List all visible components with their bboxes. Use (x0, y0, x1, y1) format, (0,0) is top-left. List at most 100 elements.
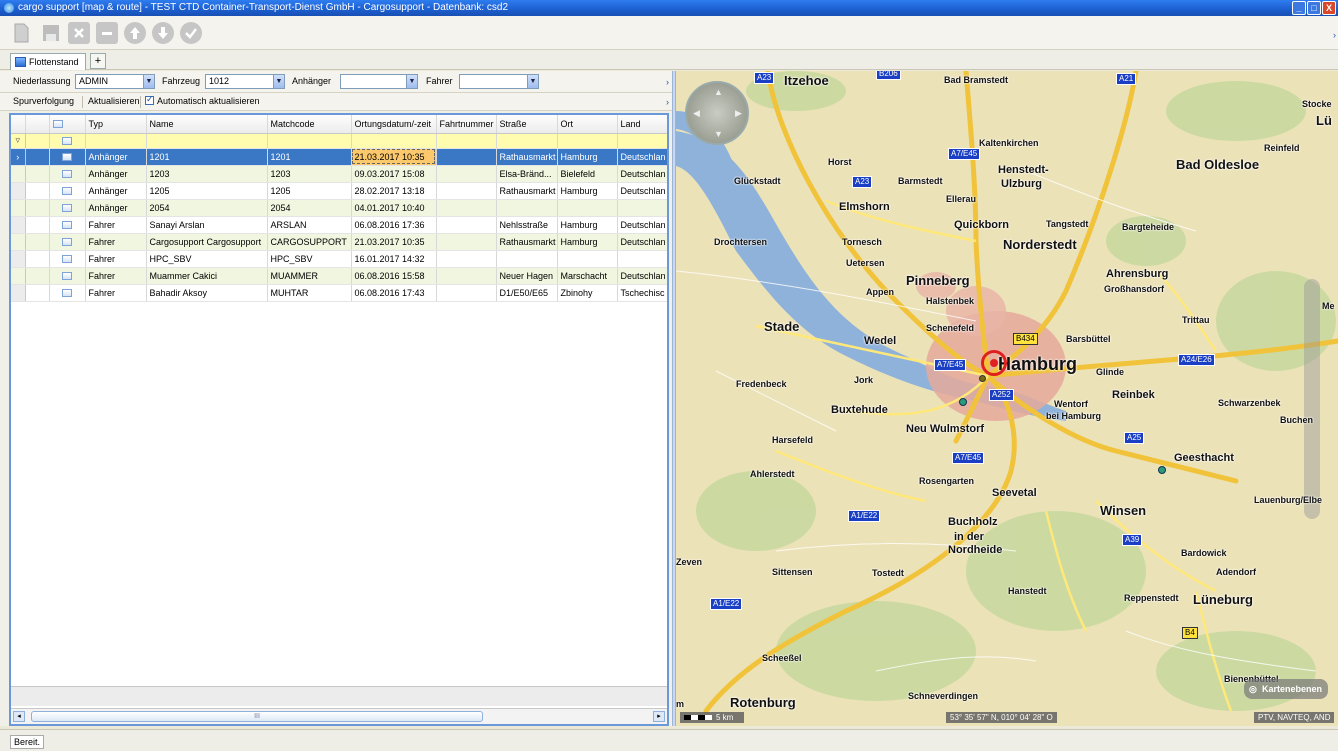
filter-overflow-icon[interactable]: › (666, 77, 669, 87)
pan-left-icon[interactable]: ◀ (693, 108, 700, 119)
auto-aktualisieren-checkbox[interactable] (145, 94, 154, 105)
chevron-down-icon[interactable]: ▼ (406, 75, 417, 88)
filter-cell[interactable] (351, 133, 437, 149)
vehicle-marker-icon[interactable] (1158, 466, 1166, 474)
action-overflow-icon[interactable]: › (666, 97, 669, 107)
fahrzeug-select[interactable]: 1012 ▼ (205, 74, 285, 89)
save-icon[interactable] (40, 22, 62, 44)
cell-strasse: Rathausmarkt (496, 148, 558, 166)
table-row[interactable]: Fahrer Sanayi Arslan ARSLAN 06.08.2016 17:3… (11, 216, 667, 234)
toolbar-overflow-icon[interactable]: › (1333, 30, 1336, 40)
filter-cell[interactable] (25, 133, 50, 149)
table-row[interactable]: Anhänger 1203 1203 09.03.2017 15:08 Elsa-Brä… (11, 165, 667, 183)
col-ort[interactable]: Ort (557, 115, 618, 134)
spurverfolgung-button[interactable]: Spurverfolgung (13, 96, 74, 106)
cell-matchcode: 2054 (267, 199, 352, 217)
chevron-down-icon[interactable]: ▼ (527, 75, 538, 88)
minimize-button[interactable]: _ (1292, 1, 1306, 15)
filter-cell[interactable] (146, 133, 268, 149)
vehicle-marker-icon[interactable] (990, 359, 998, 367)
row-checkbox-icon[interactable] (62, 238, 72, 247)
map-city-label: Winsen (1100, 503, 1147, 518)
close-button[interactable]: X (1322, 1, 1336, 15)
map-city-label: Nordheide (948, 544, 1003, 556)
spacer-cell (25, 216, 50, 234)
cell-ortungsdatum: 28.02.2017 13:18 (351, 182, 437, 200)
col-ortungsdatum[interactable]: Ortungsdatum/-zeit (351, 115, 437, 134)
tab-flottenstand[interactable]: Flottenstand (10, 53, 86, 70)
delete-icon[interactable] (68, 22, 90, 44)
row-indicator (11, 165, 26, 183)
row-checkbox-icon[interactable] (62, 170, 72, 179)
cell-name: 2054 (146, 199, 268, 217)
scrollbar-thumb[interactable]: III (31, 711, 483, 722)
chevron-down-icon[interactable]: ▼ (143, 75, 154, 88)
aktualisieren-button[interactable]: Aktualisieren (88, 96, 140, 106)
col-matchcode[interactable]: Matchcode (267, 115, 352, 134)
filter-cell[interactable] (49, 133, 86, 149)
col-land[interactable]: Land (617, 115, 667, 134)
cell-strasse: D1/E50/E65 (496, 284, 558, 302)
col-strasse[interactable]: Straße (496, 115, 558, 134)
filter-cell[interactable] (85, 133, 147, 149)
auto-aktualisieren-toggle[interactable]: Automatisch aktualisieren (145, 94, 260, 106)
table-row[interactable]: Fahrer HPC_SBV HPC_SBV 16.01.2017 14:32 (11, 250, 667, 268)
table-row[interactable]: › Anhänger 1201 1201 21.03.2017 10:35 Rathaus… (11, 148, 667, 166)
map-copyright: PTV, NAVTEQ, AND (1254, 712, 1335, 723)
kartenebenen-button[interactable]: ◎ Kartenebenen (1244, 679, 1328, 699)
row-checkbox-icon[interactable] (62, 221, 72, 230)
remove-icon[interactable] (96, 22, 118, 44)
zoom-slider[interactable] (1304, 279, 1320, 519)
cell-land: Deutschlan (617, 233, 667, 251)
filter-cell[interactable] (557, 133, 618, 149)
chevron-down-icon[interactable]: ▼ (273, 75, 284, 88)
table-row[interactable]: Anhänger 1205 1205 28.02.2017 13:18 Rathausm… (11, 182, 667, 200)
pan-down-icon[interactable]: ▼ (714, 129, 723, 139)
maximize-button[interactable]: □ (1307, 1, 1321, 15)
vehicle-marker-icon[interactable] (979, 375, 986, 382)
scroll-right-icon[interactable]: ▸ (653, 711, 665, 722)
map-pan-control[interactable]: ▲ ▼ ◀ ▶ (685, 81, 749, 145)
map-view[interactable]: ▲ ▼ ◀ ▶ Itzehoe Bad Bramstedt Kaltenkirche… (676, 71, 1338, 726)
spacer-cell (25, 199, 50, 217)
scroll-left-icon[interactable]: ◂ (13, 711, 25, 722)
filter-cell[interactable] (496, 133, 558, 149)
row-checkbox-icon[interactable] (62, 204, 72, 213)
map-city-label: Bardowick (1181, 548, 1227, 558)
map-city-label: Bad Bramstedt (944, 75, 1009, 85)
table-row[interactable]: Anhänger 2054 2054 04.01.2017 10:40 (11, 199, 667, 217)
niederlassung-select[interactable]: ADMIN ▼ (75, 74, 155, 89)
row-select-cell (49, 250, 86, 268)
new-icon[interactable] (10, 22, 32, 44)
row-checkbox-icon[interactable] (62, 255, 72, 264)
map-city-label: Schenefeld (926, 323, 975, 333)
cell-matchcode: ARSLAN (267, 216, 352, 234)
fahrer-select[interactable]: ▼ (459, 74, 539, 89)
row-checkbox-icon[interactable] (62, 153, 72, 162)
row-checkbox-icon[interactable] (62, 187, 72, 196)
col-fahrtnummer[interactable]: Fahrtnummer (436, 115, 497, 134)
add-tab-button[interactable]: + (90, 53, 106, 69)
pan-up-icon[interactable]: ▲ (714, 87, 723, 97)
filter-cell[interactable] (617, 133, 667, 149)
select-all-header[interactable] (49, 115, 86, 134)
horizontal-scrollbar[interactable]: ◂ III ▸ (11, 708, 667, 724)
table-row[interactable]: Fahrer Muammer Cakici MUAMMER 06.08.2016 15… (11, 267, 667, 285)
col-name[interactable]: Name (146, 115, 268, 134)
pan-right-icon[interactable]: ▶ (735, 108, 742, 119)
confirm-icon[interactable] (180, 22, 202, 44)
down-icon[interactable] (152, 22, 174, 44)
vehicle-marker-icon[interactable] (959, 398, 967, 406)
anhaenger-select[interactable]: ▼ (340, 74, 418, 89)
row-checkbox-icon[interactable] (62, 272, 72, 281)
row-checkbox-icon[interactable] (62, 289, 72, 298)
road-shield: A252 (989, 389, 1014, 401)
table-row[interactable]: Fahrer Cargosupport Cargosupport CARGOSUPP… (11, 233, 667, 251)
filter-cell[interactable] (436, 133, 497, 149)
table-row[interactable]: Fahrer Bahadir Aksoy MUHTAR 06.08.2016 17:4… (11, 284, 667, 302)
filter-cell[interactable] (267, 133, 352, 149)
col-typ[interactable]: Typ (85, 115, 147, 134)
up-icon[interactable] (124, 22, 146, 44)
window-controls: _ □ X (1292, 1, 1336, 15)
left-panel: Niederlassung ADMIN ▼ Fahrzeug 1012 ▼ An… (0, 71, 672, 726)
